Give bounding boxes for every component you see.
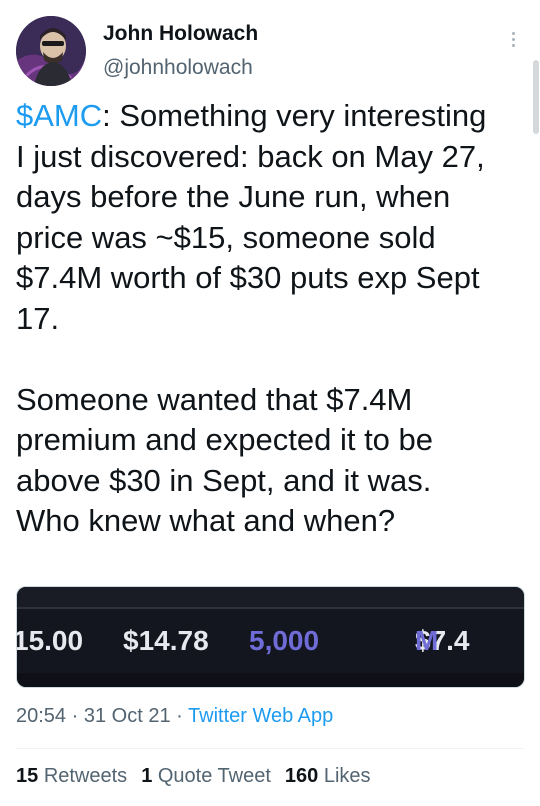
avatar-image bbox=[16, 16, 86, 86]
options-trade-row: 15.00 $14.78 5,000 $7.4 M bbox=[17, 625, 524, 661]
meta-separator: · bbox=[176, 705, 183, 727]
trade-premium-unit: M bbox=[415, 625, 439, 656]
divider bbox=[16, 748, 524, 749]
tweet-line: Someone wanted that $7.4M bbox=[16, 381, 413, 417]
quotes-stat[interactable]: 1 Quote Tweet bbox=[141, 765, 271, 788]
tweet-date[interactable]: 31 Oct 21 bbox=[84, 705, 171, 727]
tweet-line: $7.4M worth of $30 puts exp Sept bbox=[16, 260, 480, 295]
more-icon[interactable] bbox=[500, 26, 526, 52]
meta-separator: · bbox=[71, 705, 79, 727]
trade-price: $14.78 bbox=[123, 625, 209, 656]
tweet-media-image[interactable]: 15.00 $14.78 5,000 $7.4 M bbox=[16, 586, 525, 688]
cashtag-link[interactable]: $AMC bbox=[16, 98, 102, 133]
trade-strike: 15.00 bbox=[16, 625, 84, 656]
tweet-meta: 20:54 · 31 Oct 21 · Twitter Web App bbox=[16, 705, 333, 728]
retweets-label: Retweets bbox=[43, 765, 128, 787]
tweet-line: days before the June run, when bbox=[16, 179, 451, 214]
tweet-text: $AMC: Something very interesting I just … bbox=[16, 96, 536, 542]
tweet-line: I just discovered: back on May 27, bbox=[16, 138, 485, 174]
likes-count: 160 bbox=[284, 765, 319, 787]
tweet-line-text: : Something very interesting bbox=[102, 98, 487, 133]
media-divider bbox=[17, 607, 524, 609]
likes-stat[interactable]: 160 Likes bbox=[285, 765, 371, 788]
avatar[interactable] bbox=[16, 16, 86, 86]
tweet-stats: 15 Retweets 1 Quote Tweet 160 Likes bbox=[16, 765, 385, 788]
tweet-line: above $30 in Sept, and it was. bbox=[16, 462, 432, 498]
tweet-detail: John Holowach @johnholowach $AMC: Someth… bbox=[0, 0, 540, 806]
tweet-source-link[interactable]: Twitter Web App bbox=[188, 705, 333, 727]
media-footer-band bbox=[17, 673, 524, 687]
author-name[interactable]: John Holowach bbox=[103, 22, 258, 46]
tweet-line: Who knew what and when? bbox=[16, 503, 396, 538]
trade-size: 5,000 bbox=[249, 625, 320, 656]
tweet-line: $AMC: Something very interesting bbox=[16, 96, 536, 137]
quotes-label: Quote Tweet bbox=[157, 765, 271, 787]
retweets-count: 15 bbox=[16, 765, 39, 787]
tweet-line: 17. bbox=[16, 300, 60, 336]
media-header-band bbox=[17, 587, 524, 607]
retweets-stat[interactable]: 15 Retweets bbox=[16, 765, 127, 788]
tweet-line: premium and expected it to be bbox=[16, 422, 434, 457]
quotes-count: 1 bbox=[141, 765, 153, 787]
tweet-line: price was ~$15, someone sold bbox=[16, 219, 436, 255]
tweet-time[interactable]: 20:54 bbox=[16, 705, 66, 727]
author-handle[interactable]: @johnholowach bbox=[103, 56, 253, 80]
likes-label: Likes bbox=[323, 765, 371, 787]
